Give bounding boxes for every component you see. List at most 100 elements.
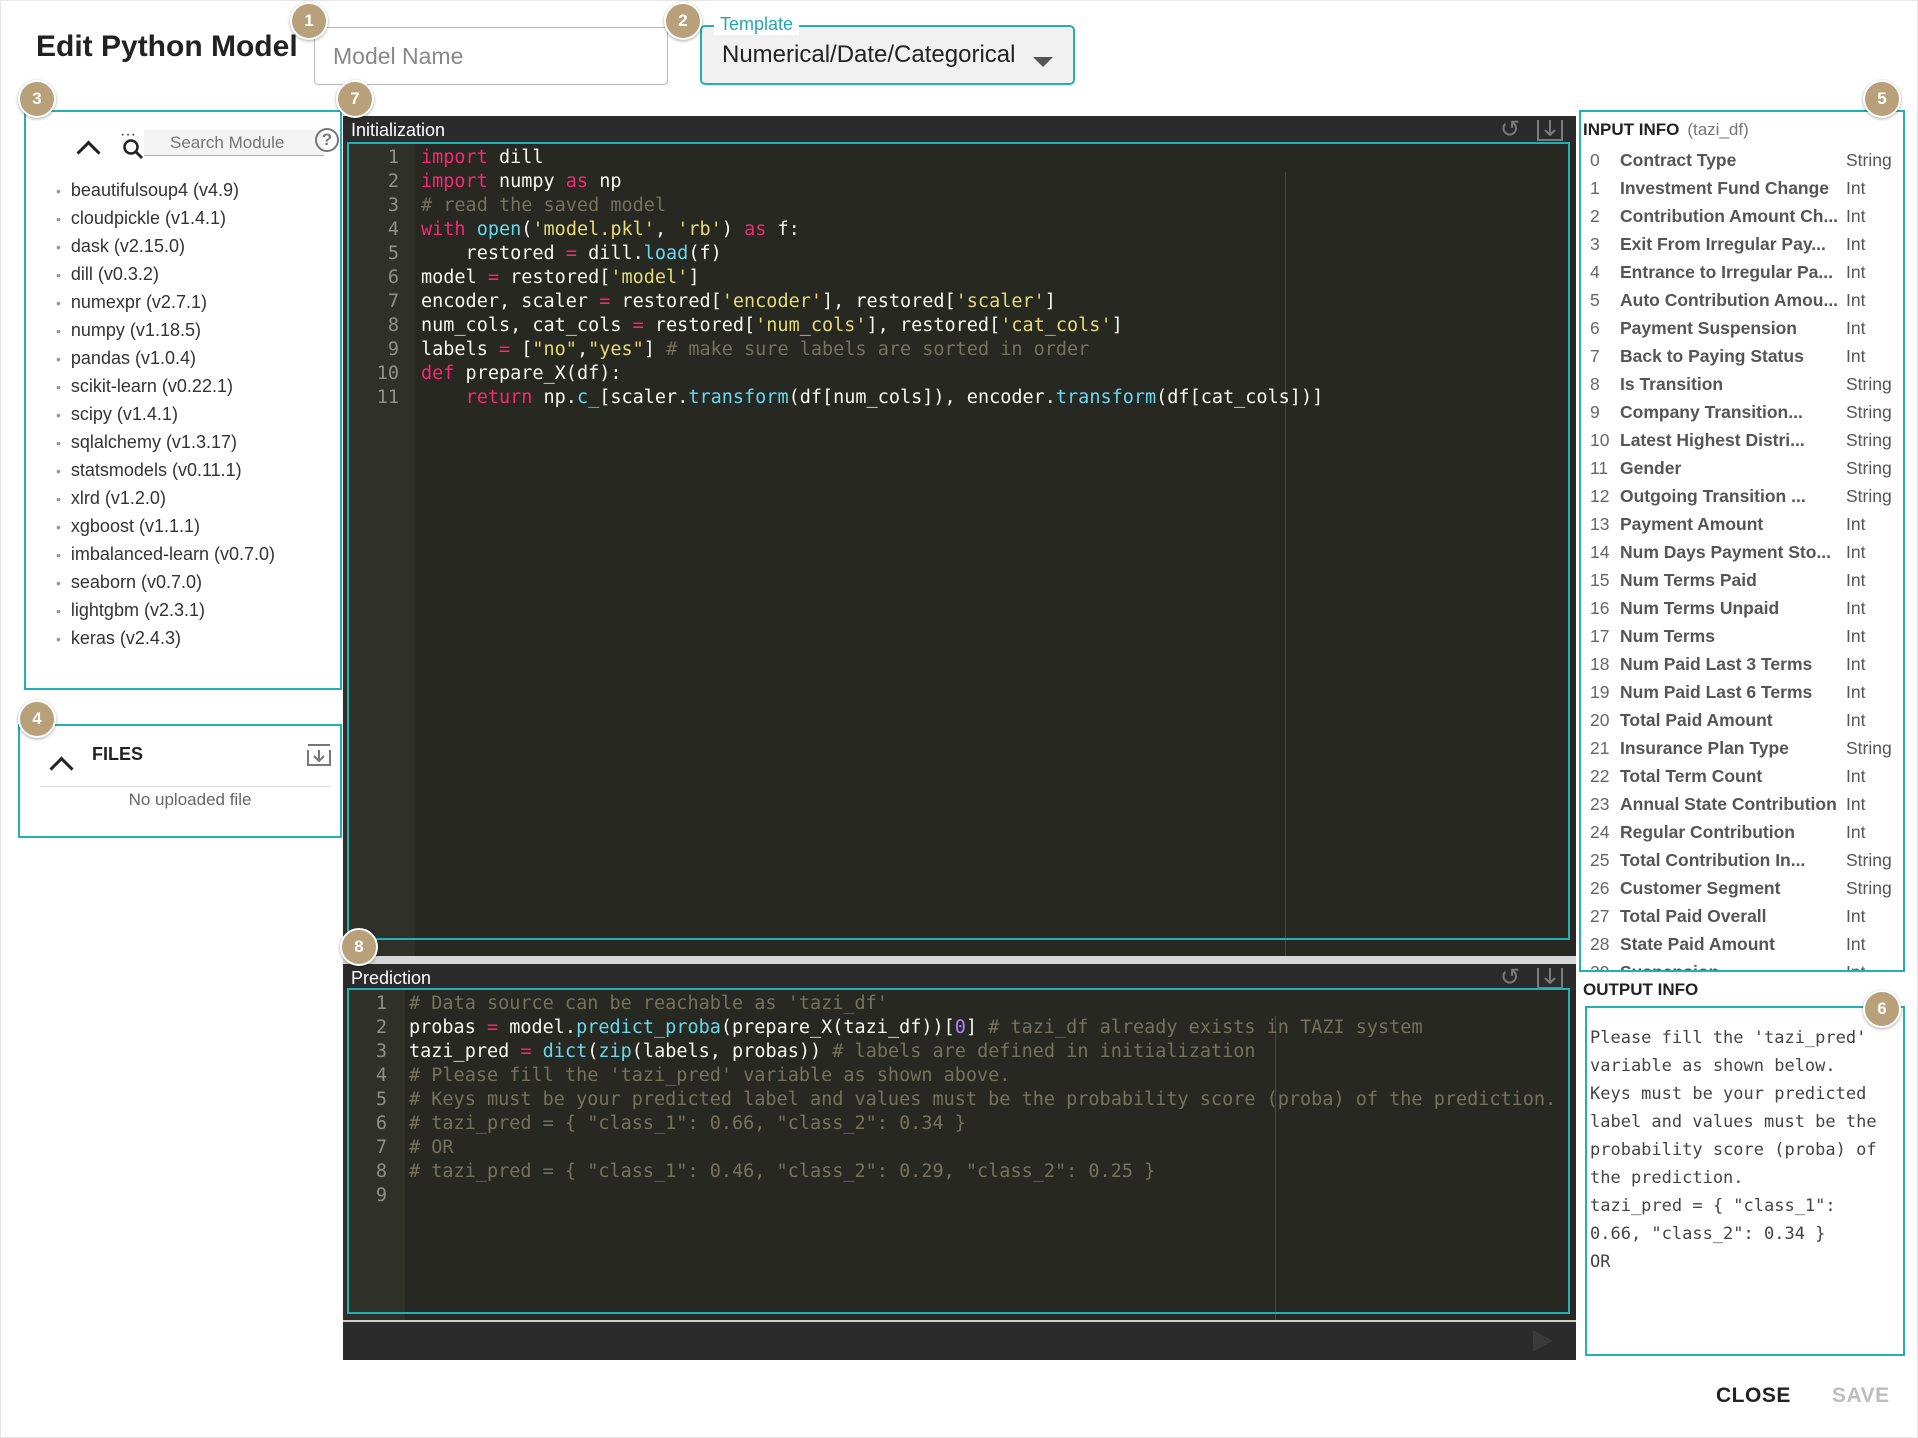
column-type: Int [1846, 542, 1866, 562]
upload-icon[interactable] [305, 742, 333, 768]
chevron-up-icon[interactable] [76, 140, 101, 165]
column-index: 23 [1590, 794, 1610, 814]
column-type: String [1846, 402, 1892, 422]
column-index: 0 [1590, 150, 1600, 170]
prediction-editor[interactable]: Prediction ↺ 1 2 3 4 5 6 7 8 9 # Data so… [343, 964, 1576, 1360]
column-index: 24 [1590, 822, 1610, 842]
initialization-line-numbers: 1 2 3 4 5 6 7 8 9 10 11 [376, 147, 399, 408]
initialization-editor[interactable]: Initialization ↺ 1 2 3 4 5 6 7 8 9 10 11… [343, 116, 1576, 956]
column-index: 22 [1590, 766, 1610, 786]
column-name: Latest Highest Distri... [1620, 430, 1805, 450]
column-type: Int [1846, 178, 1866, 198]
column-type: Int [1846, 514, 1866, 534]
column-type: Int [1846, 766, 1866, 786]
run-icon[interactable] [1533, 1330, 1553, 1352]
column-name: Total Contribution In... [1620, 850, 1806, 870]
column-name: Annual State Contribution [1620, 794, 1837, 814]
column-type: String [1846, 738, 1892, 758]
save-button[interactable]: SAVE [1832, 1384, 1890, 1408]
column-index: 20 [1590, 710, 1610, 730]
help-icon[interactable]: ? [315, 128, 339, 152]
badge-8: 8 [340, 928, 378, 966]
model-name-input[interactable] [314, 27, 668, 85]
column-name: Investment Fund Change [1620, 178, 1830, 198]
column-index: 4 [1590, 262, 1600, 282]
input-column-row: 1 Investment Fund Change Int [1586, 174, 1906, 202]
input-column-row: 16 Num Terms Unpaid Int [1586, 594, 1906, 622]
column-name: Company Transition... [1620, 402, 1803, 422]
module-item: scipy (v1.4.1) [56, 400, 275, 428]
column-name: Contract Type [1620, 150, 1737, 170]
column-index: 18 [1590, 654, 1610, 674]
prediction-line-numbers: 1 2 3 4 5 6 7 8 9 [375, 993, 387, 1206]
column-type: Int [1846, 906, 1866, 926]
input-column-row: 14 Num Days Payment Sto... Int [1586, 538, 1906, 566]
input-info-source: (tazi_df) [1687, 120, 1749, 139]
column-index: 6 [1590, 318, 1600, 338]
module-item: cloudpickle (v1.4.1) [56, 204, 275, 232]
initialization-code[interactable]: import dill import numpy as np # read th… [421, 146, 1323, 410]
download-icon[interactable] [1535, 117, 1565, 143]
modules-panel: ··· ? beautifulsoup4 (v4.9)cloudpickle (… [26, 112, 340, 686]
column-index: 29 [1590, 958, 1609, 970]
input-column-row: 23 Annual State Contribution Int [1586, 790, 1906, 818]
column-index: 13 [1590, 514, 1610, 534]
column-name: Num Paid Last 6 Terms [1620, 682, 1813, 702]
input-column-row: 22 Total Term Count Int [1586, 762, 1906, 790]
download-icon[interactable] [1535, 965, 1565, 991]
column-name: Outgoing Transition ... [1620, 486, 1806, 506]
badge-2: 2 [664, 2, 702, 40]
modules-header: ··· ? [36, 120, 339, 165]
dialog-title: Edit Python Model [36, 30, 298, 63]
column-index: 19 [1590, 682, 1610, 702]
input-column-row: 29 SuspensionInt [1586, 958, 1906, 970]
column-index: 14 [1590, 542, 1610, 562]
column-name: Num Terms Unpaid [1620, 598, 1780, 618]
module-item: xlrd (v1.2.0) [56, 484, 275, 512]
template-select[interactable]: Template Numerical/Date/Categorical [700, 14, 1075, 85]
module-item: pandas (v1.0.4) [56, 344, 275, 372]
input-column-row: 9 Company Transition... String [1586, 398, 1906, 426]
column-name: Total Paid Amount [1620, 710, 1773, 730]
column-index: 3 [1590, 234, 1600, 254]
input-column-row: 19 Num Paid Last 6 Terms Int [1586, 678, 1906, 706]
column-type: Int [1846, 206, 1866, 226]
input-column-row: 4 Entrance to Irregular Pa... Int [1586, 258, 1906, 286]
input-column-row: 27 Total Paid Overall Int [1586, 902, 1906, 930]
column-index: 26 [1590, 878, 1610, 898]
module-item: keras (v2.4.3) [56, 624, 275, 652]
input-column-row: 11 Gender String [1586, 454, 1906, 482]
column-name: Num Paid Last 3 Terms [1620, 654, 1813, 674]
column-name: Payment Amount [1620, 514, 1764, 534]
column-index: 17 [1590, 626, 1610, 646]
column-type: String [1846, 486, 1892, 506]
undo-icon[interactable]: ↺ [1500, 118, 1520, 142]
column-name: Total Paid Overall [1620, 906, 1767, 926]
editor-splitter[interactable] [343, 956, 1576, 964]
column-index: 25 [1590, 850, 1610, 870]
initialization-header: Initialization ↺ [343, 116, 1576, 142]
column-type: String [1846, 150, 1892, 170]
column-index: 11 [1590, 458, 1609, 478]
search-module-input[interactable] [144, 130, 324, 156]
input-column-row: 20 Total Paid Amount Int [1586, 706, 1906, 734]
input-column-row: 28 State Paid Amount Int [1586, 930, 1906, 958]
column-index: 28 [1590, 934, 1610, 954]
module-list: beautifulsoup4 (v4.9)cloudpickle (v1.4.1… [56, 176, 275, 652]
undo-icon[interactable]: ↺ [1500, 966, 1520, 990]
input-column-row: 6 Payment Suspension Int [1586, 314, 1906, 342]
module-item: scikit-learn (v0.22.1) [56, 372, 275, 400]
no-file-text: No uploaded file [128, 790, 252, 809]
column-type: String [1846, 850, 1892, 870]
column-index: 10 [1590, 430, 1610, 450]
module-item: statsmodels (v0.11.1) [56, 456, 275, 484]
prediction-footer [343, 1322, 1576, 1360]
column-name: Suspension [1620, 958, 1844, 970]
column-type: Int [1846, 934, 1866, 954]
files-title: FILES [92, 744, 144, 764]
prediction-code[interactable]: # Data source can be reachable as 'tazi_… [409, 992, 1556, 1184]
caret-down-icon [1033, 57, 1053, 67]
template-value: Numerical/Date/Categorical [722, 41, 1016, 68]
column-type: String [1846, 878, 1892, 898]
close-button[interactable]: CLOSE [1716, 1384, 1791, 1408]
